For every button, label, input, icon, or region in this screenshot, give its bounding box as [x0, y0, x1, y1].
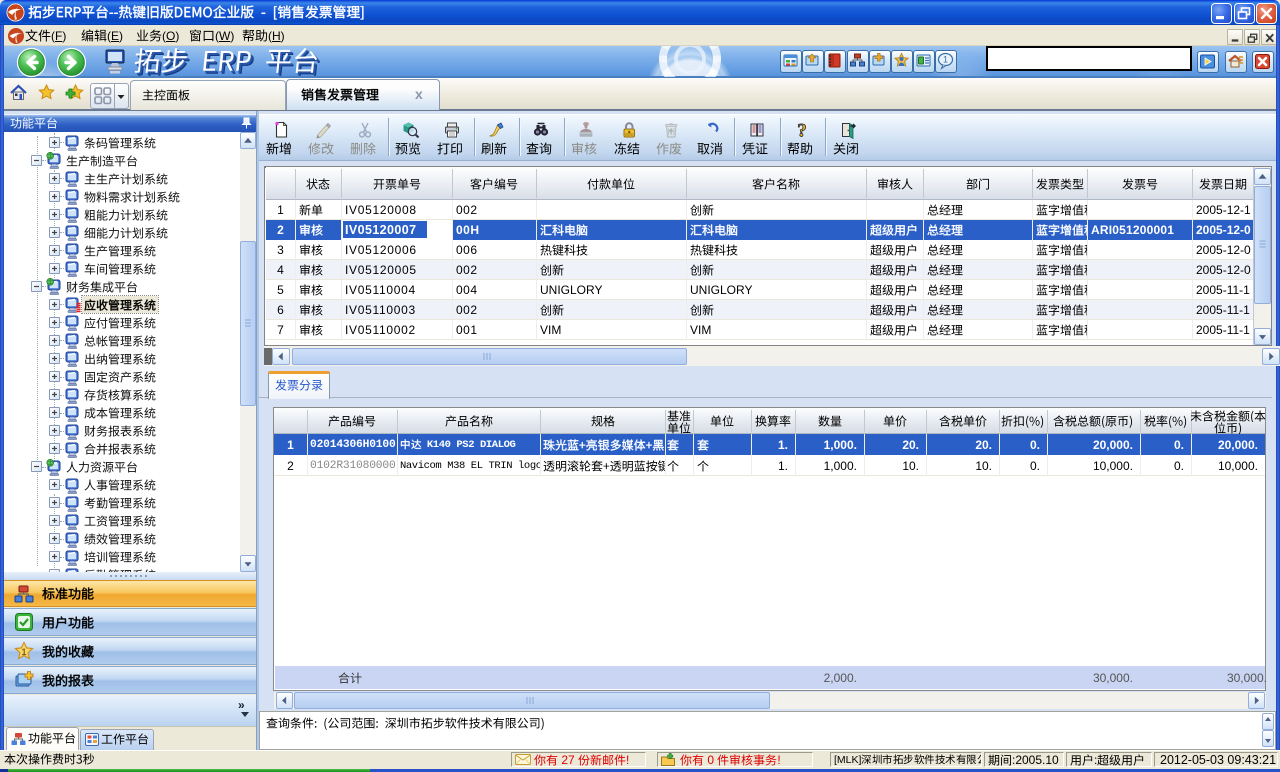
svg-text:1: 1: [21, 647, 26, 657]
svg-text:1: 1: [943, 55, 948, 65]
svg-text:?: ?: [797, 121, 807, 142]
